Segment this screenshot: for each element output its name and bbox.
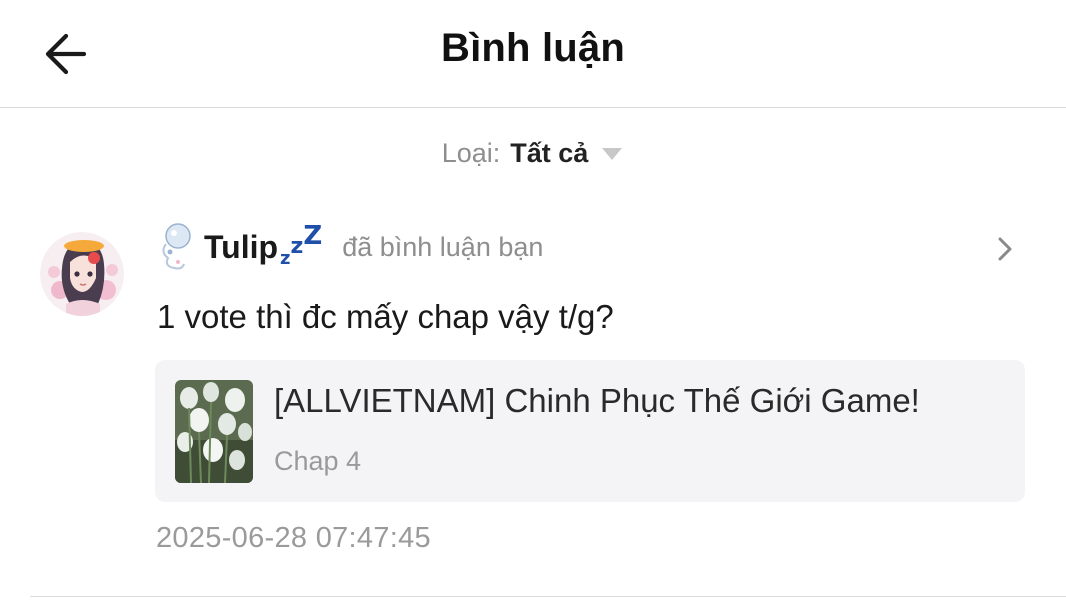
story-title: [ALLVIETNAM] Chinh Phục Thế Giới Game! <box>274 382 920 419</box>
comment-action-text: đã bình luận bạn <box>342 231 544 262</box>
header-bar: Bình luận <box>0 0 1066 108</box>
comment-text: 1 vote thì đc mấy chap vậy t/g? <box>157 298 614 335</box>
filter-label: Loại: <box>441 138 501 168</box>
story-cover-image <box>175 380 253 483</box>
divider <box>30 596 1066 597</box>
filter-value: Tất cả <box>510 138 589 168</box>
avatar[interactable] <box>40 232 124 316</box>
page-title: Bình luận <box>440 26 625 70</box>
chevron-right-icon[interactable] <box>994 236 1016 262</box>
caret-down-icon <box>602 147 623 160</box>
username[interactable]: Tulip <box>204 229 278 266</box>
chapter-label: Chap 4 <box>274 446 362 476</box>
story-card[interactable]: [ALLVIETNAM] Chinh Phục Thế Giới Game! C… <box>155 360 1025 502</box>
comment-header: Tulip z z Z đã bình luận bạn <box>158 221 544 272</box>
username-zz-decoration: z z Z <box>280 221 323 269</box>
comment-timestamp: 2025-06-28 07:47:45 <box>156 522 431 554</box>
bubble-decoration-icon <box>162 223 191 270</box>
type-filter-dropdown[interactable]: Loại: Tất cả <box>0 138 1066 169</box>
comment-item[interactable]: Tulip z z Z đã bình luận bạn 1 vote thì … <box>0 210 1066 598</box>
